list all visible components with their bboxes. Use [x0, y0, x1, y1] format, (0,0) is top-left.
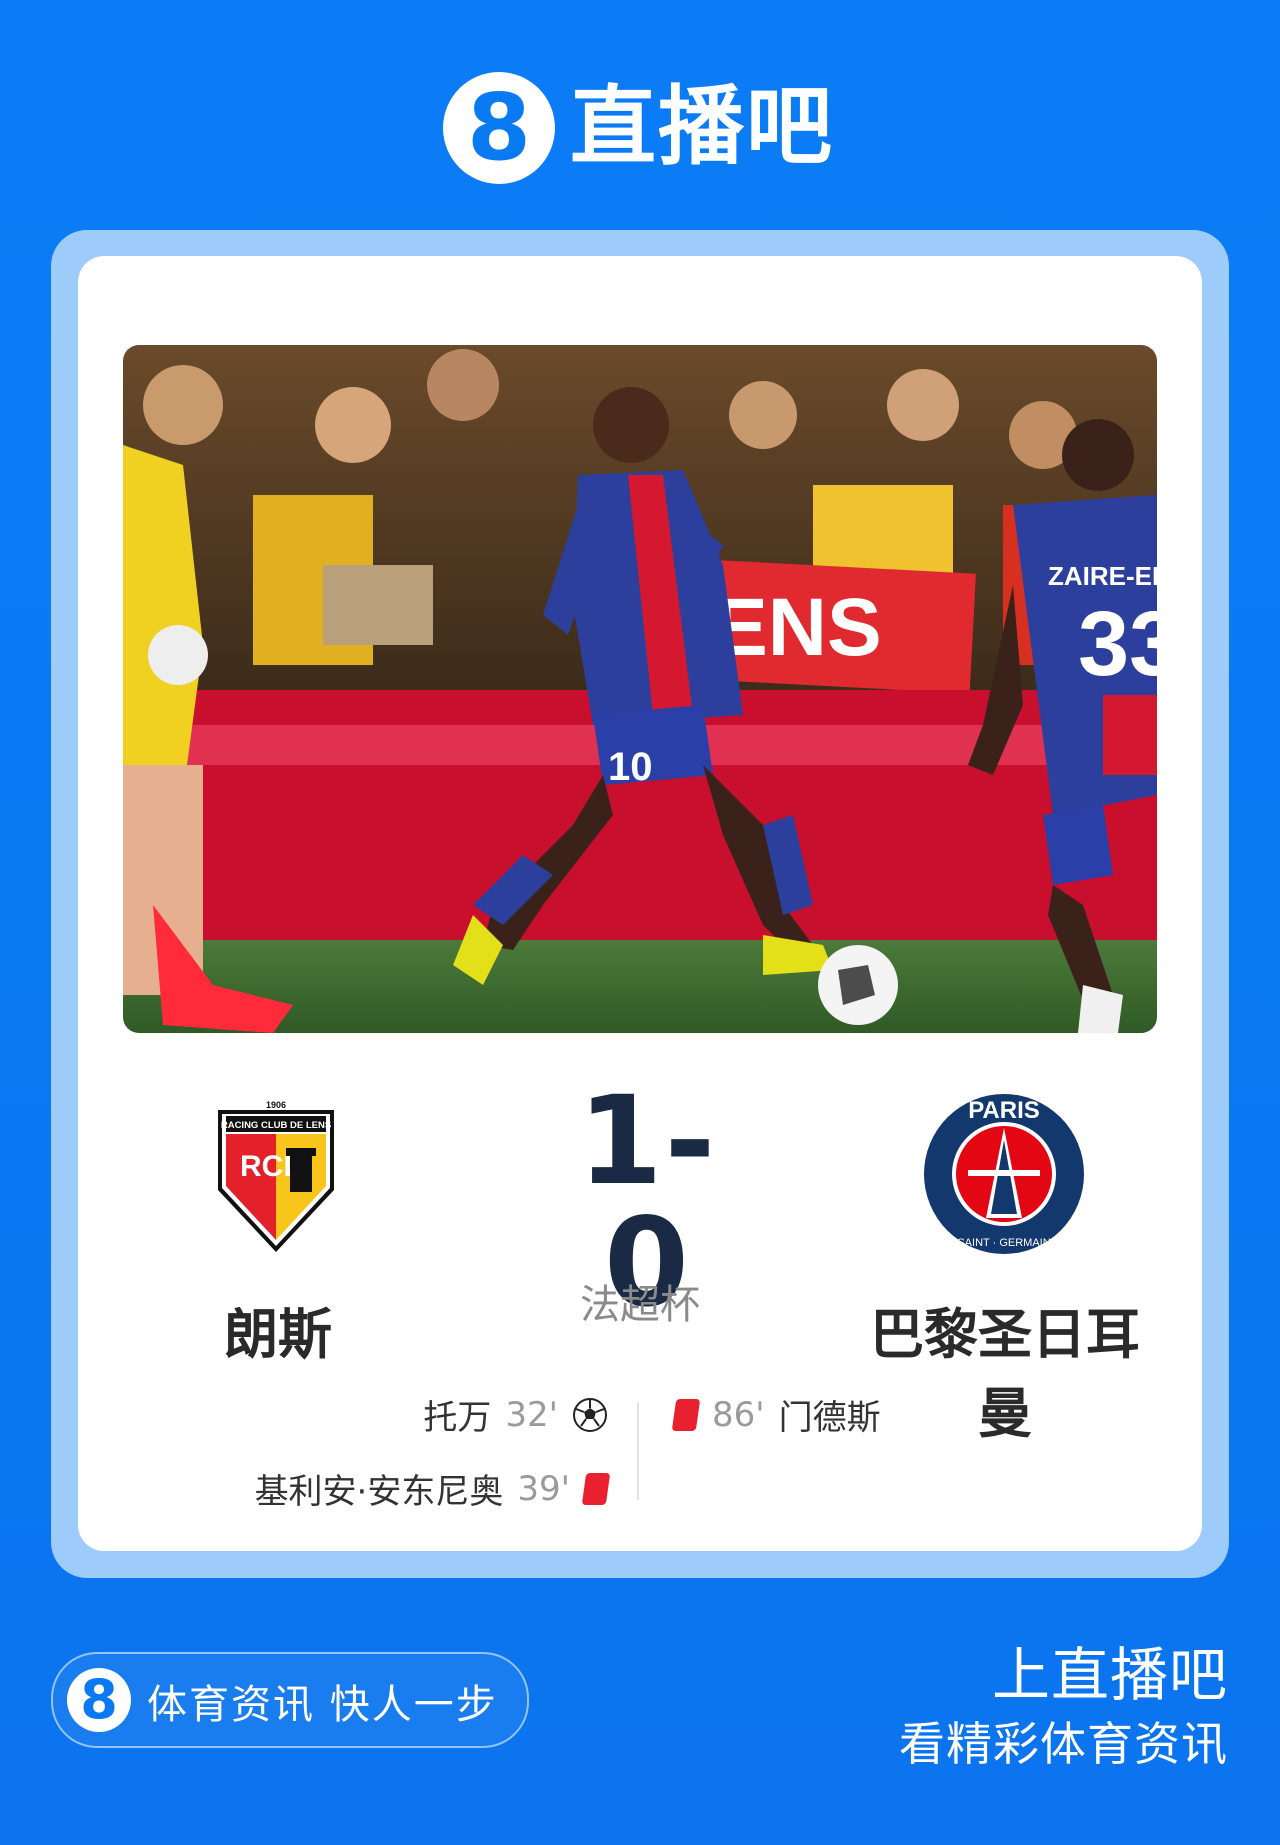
events-divider	[637, 1402, 639, 1500]
soccer-ball-icon	[573, 1397, 607, 1432]
brand-name: 直播吧	[570, 77, 834, 177]
footer-logo-digit: 8	[80, 1668, 118, 1731]
brand-logo-digit: 8	[466, 74, 531, 181]
brand-logo-icon: 8	[443, 72, 555, 184]
event-minute: 86'	[712, 1394, 765, 1435]
match-photo: LENS 10 ZAIRE-EMERY 33	[123, 345, 1157, 1033]
away-crest-top: PARIS	[968, 1097, 1040, 1124]
home-event-goal: 托万 32'	[423, 1390, 608, 1439]
footer-logo-icon: 8	[67, 1668, 131, 1732]
footer-cta-title: 上直播吧	[991, 1641, 1228, 1709]
home-team-crest: RACING CLUB DE LENS 1906 RCL	[214, 1090, 338, 1254]
competition-label: 法超杯	[580, 1282, 700, 1328]
away-team-name: 巴黎圣日耳曼	[870, 1303, 1140, 1445]
home-event-red-card: 基利安·安东尼奥 39'	[254, 1464, 611, 1513]
event-minute: 39'	[517, 1468, 570, 1509]
away-team-crest: PARIS SAINT · GERMAIN	[918, 1088, 1090, 1260]
red-card-icon	[671, 1398, 701, 1431]
event-player: 门德斯	[778, 1398, 881, 1438]
home-crest-year: 1906	[266, 1100, 286, 1110]
home-team-name: 朗斯	[224, 1303, 332, 1366]
red-card-icon	[581, 1472, 611, 1505]
home-crest-text: RACING CLUB DE LENS	[221, 1120, 331, 1131]
player-number: 10	[608, 745, 653, 789]
slogan-text: 体育资讯 快人一步	[147, 1682, 498, 1728]
away-event-red-card: 86' 门德斯	[671, 1390, 881, 1439]
away-crest-bottom: SAINT · GERMAIN	[957, 1237, 1050, 1249]
app-header: 8 直播吧	[0, 60, 1280, 190]
player2-number: 33	[1078, 593, 1157, 695]
player2-name: ZAIRE-EMERY	[1048, 561, 1157, 591]
event-player: 基利安·安东尼奥	[254, 1472, 504, 1512]
slogan-pill: 8 体育资讯 快人一步	[51, 1652, 529, 1748]
footer-cta-subtitle: 看精彩体育资讯	[899, 1717, 1228, 1771]
event-minute: 32'	[505, 1394, 558, 1435]
event-player: 托万	[423, 1398, 492, 1438]
